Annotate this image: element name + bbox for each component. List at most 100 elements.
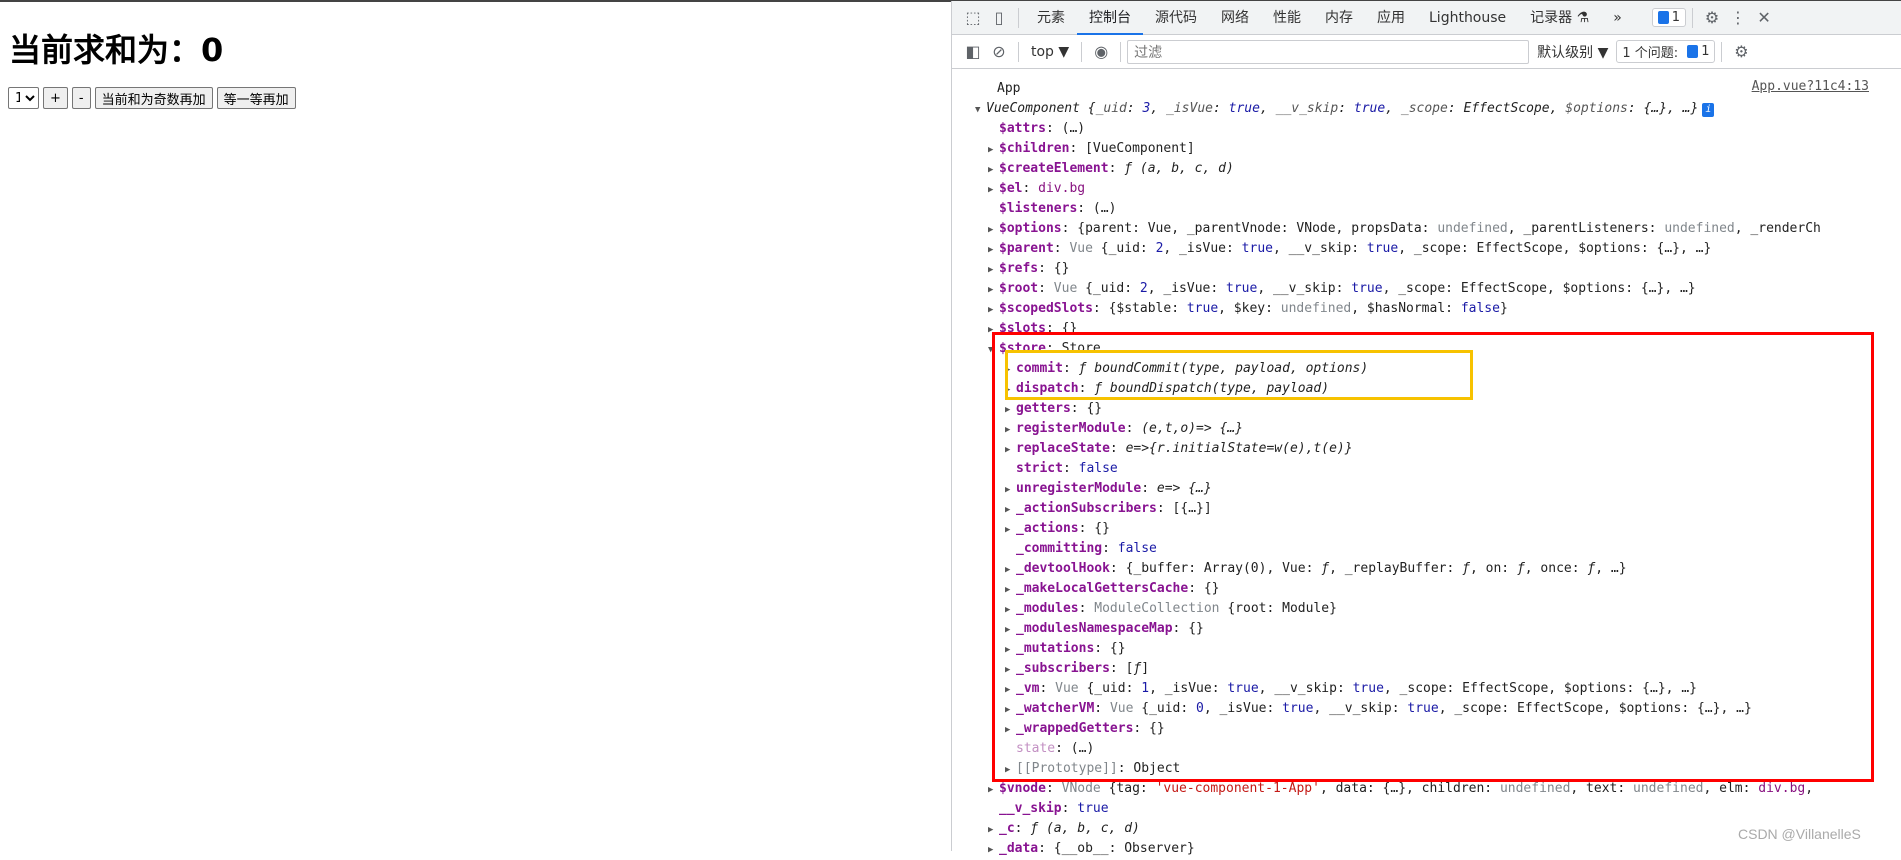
expanded-triangle-icon[interactable]: ▼ — [988, 340, 999, 360]
console-tree-node[interactable]: ▼ VueComponent {_uid: 3, _isVue: true, __… — [975, 99, 1715, 120]
tab-elements[interactable]: 元素 — [1025, 1, 1077, 35]
tab-sources[interactable]: 源代码 — [1143, 1, 1209, 35]
device-toggle-icon[interactable]: ▯ — [986, 5, 1012, 31]
collapsed-triangle-icon[interactable]: ▶ — [988, 280, 999, 300]
expanded-triangle-icon[interactable]: ▼ — [975, 100, 986, 120]
console-tree-node[interactable]: ▶ _data: {__ob__: Observer} — [988, 839, 1195, 859]
console-tree-node[interactable]: ▶ _makeLocalGettersCache: {} — [1005, 579, 1220, 599]
console-tree-node[interactable]: ▶ $root: Vue {_uid: 2, _isVue: true, __v_… — [988, 279, 1696, 299]
collapsed-triangle-icon[interactable]: ▶ — [1005, 380, 1016, 400]
collapsed-triangle-icon[interactable]: ▶ — [1005, 480, 1016, 500]
tab-performance[interactable]: 性能 — [1261, 1, 1313, 35]
console-tree-node[interactable]: ▶ $parent: Vue {_uid: 2, _isVue: true, __… — [988, 239, 1711, 259]
sidebar-toggle-icon[interactable]: ◧ — [960, 39, 986, 65]
tab-recorder[interactable]: 记录器 ⚗ — [1518, 1, 1601, 35]
collapsed-triangle-icon[interactable]: ▶ — [1005, 720, 1016, 740]
console-tree-node[interactable]: ▶ getters: {} — [1005, 399, 1102, 419]
console-tree-node[interactable]: ▶ _devtoolHook: {_buffer: Array(0), Vue: … — [1005, 559, 1627, 579]
console-tree-node[interactable]: ▶ commit: ƒ boundCommit(type, payload, op… — [1005, 359, 1368, 379]
gear-icon[interactable]: ⚙ — [1699, 5, 1725, 31]
clear-console-icon[interactable]: ⊘ — [986, 39, 1012, 65]
collapsed-triangle-icon[interactable]: ▶ — [988, 220, 999, 240]
add-if-odd-button[interactable]: 当前和为奇数再加 — [94, 87, 213, 109]
collapsed-triangle-icon[interactable]: ▶ — [988, 160, 999, 180]
console-tree-node[interactable]: ▼ $store: Store — [988, 339, 1101, 359]
console-tree-node[interactable]: ▶ _c: ƒ (a, b, c, d) — [988, 819, 1140, 839]
collapsed-triangle-icon[interactable]: ▶ — [988, 820, 999, 840]
collapsed-triangle-icon[interactable]: ▶ — [988, 320, 999, 340]
collapsed-triangle-icon[interactable]: ▶ — [1005, 660, 1016, 680]
console-tree-node[interactable]: ▶ $refs: {} — [988, 259, 1069, 279]
tab-memory[interactable]: 内存 — [1313, 1, 1365, 35]
collapsed-triangle-icon[interactable]: ▶ — [988, 180, 999, 200]
plus-button[interactable]: + — [43, 87, 68, 109]
collapsed-triangle-icon[interactable]: ▶ — [1005, 400, 1016, 420]
info-icon[interactable]: i — [1702, 103, 1715, 117]
increment-select[interactable]: 1 — [8, 87, 39, 109]
collapsed-triangle-icon[interactable]: ▶ — [988, 240, 999, 260]
collapsed-triangle-icon[interactable]: ▶ — [1005, 640, 1016, 660]
collapsed-triangle-icon[interactable]: ▶ — [1005, 520, 1016, 540]
console-tree-node[interactable]: ▶ _mutations: {} — [1005, 639, 1126, 659]
collapsed-triangle-icon[interactable]: ▶ — [988, 780, 999, 800]
filter-input[interactable] — [1127, 39, 1530, 64]
property-value: 2 — [1139, 281, 1148, 296]
source-link[interactable]: App.vue?11c4:13 — [1752, 79, 1869, 94]
console-tree-node[interactable]: ▶ _modulesNamespaceMap: {} — [1005, 619, 1204, 639]
console-tree-node[interactable]: ▶ $scopedSlots: {$stable: true, $key: und… — [988, 299, 1508, 319]
property-value: : {} — [1045, 321, 1078, 336]
tab-network[interactable]: 网络 — [1209, 1, 1261, 35]
console-tree-node[interactable]: ▶ _modules: ModuleCollection {root: Modul… — [1005, 599, 1337, 619]
console-tree-node[interactable]: ▶ $el: div.bg — [988, 179, 1085, 199]
collapsed-triangle-icon[interactable]: ▶ — [1005, 580, 1016, 600]
console-tree-node[interactable]: ▶ unregisterModule: e=> {…} — [1005, 479, 1212, 499]
console-tree-node[interactable]: ▶ dispatch: ƒ boundDispatch(type, payload… — [1005, 379, 1329, 399]
tab-application[interactable]: 应用 — [1365, 1, 1417, 35]
console-tree-node[interactable]: ▶ _actionSubscribers: [{…}] — [1005, 499, 1212, 519]
collapsed-triangle-icon[interactable]: ▶ — [1005, 500, 1016, 520]
minus-button[interactable]: - — [71, 87, 91, 109]
inspect-element-icon[interactable]: ⬚ — [960, 5, 986, 31]
add-later-button[interactable]: 等一等再加 — [216, 87, 296, 109]
console-tree-node[interactable]: ▶ $children: [VueComponent] — [988, 139, 1195, 159]
console-tree-node[interactable]: ▶ _watcherVM: Vue {_uid: 0, _isVue: true,… — [1005, 699, 1752, 719]
console-tree-node[interactable]: ▶ replaceState: e=>{r.initialState=w(e),t… — [1005, 439, 1353, 459]
collapsed-triangle-icon[interactable]: ▶ — [1005, 440, 1016, 460]
collapsed-triangle-icon[interactable]: ▶ — [988, 260, 999, 280]
collapsed-triangle-icon[interactable]: ▶ — [1005, 420, 1016, 440]
collapsed-triangle-icon[interactable]: ▶ — [988, 140, 999, 160]
collapsed-triangle-icon[interactable]: ▶ — [988, 300, 999, 320]
property-value: : — [1141, 481, 1157, 496]
issues-badge[interactable]: 1 — [1651, 8, 1687, 27]
collapsed-triangle-icon[interactable]: ▶ — [1005, 560, 1016, 580]
collapsed-triangle-icon[interactable]: ▶ — [1005, 760, 1016, 780]
console-tree-node[interactable]: ▶ $options: {parent: Vue, _parentVnode: V… — [988, 219, 1821, 239]
console-tree-node[interactable]: ▶ registerModule: (e,t,o)=> {…} — [1005, 419, 1243, 439]
kebab-menu-icon[interactable]: ⋮ — [1725, 5, 1751, 31]
console-tree-node[interactable]: ▶ $vnode: VNode {tag: 'vue-component-1-Ap… — [988, 779, 1813, 799]
console-settings-icon[interactable]: ⚙ — [1728, 39, 1754, 65]
collapsed-triangle-icon[interactable]: ▶ — [1005, 360, 1016, 380]
eye-icon[interactable]: ◉ — [1088, 39, 1114, 65]
collapsed-triangle-icon[interactable]: ▶ — [1005, 700, 1016, 720]
console-tree-node[interactable]: ▶ $slots: {} — [988, 319, 1077, 339]
log-level-select[interactable]: 默认级别 ▼ — [1529, 42, 1616, 62]
property-value: , __v_skip: — [1272, 241, 1367, 256]
collapsed-triangle-icon[interactable]: ▶ — [1005, 620, 1016, 640]
tab-lighthouse[interactable]: Lighthouse — [1417, 1, 1518, 35]
context-select[interactable]: top ▼ — [1025, 44, 1075, 60]
collapsed-triangle-icon[interactable]: ▶ — [988, 840, 999, 860]
collapsed-triangle-icon[interactable]: ▶ — [1005, 680, 1016, 700]
tab-console[interactable]: 控制台 — [1077, 1, 1143, 35]
console-tree-node[interactable]: ▶ $createElement: ƒ (a, b, c, d) — [988, 159, 1234, 179]
console-tree-node[interactable]: ▶ _subscribers: [ƒ] — [1005, 659, 1149, 679]
close-icon[interactable]: ✕ — [1751, 5, 1777, 31]
more-tabs-button[interactable]: » — [1601, 1, 1634, 35]
console-tree-node[interactable]: ▶ _wrappedGetters: {} — [1005, 719, 1165, 739]
console-tree-node[interactable]: ▶ _vm: Vue {_uid: 1, _isVue: true, __v_sk… — [1005, 679, 1697, 699]
divider — [1081, 41, 1083, 62]
console-tree-node[interactable]: ▶ [[Prototype]]: Object — [1005, 759, 1180, 779]
issues-button[interactable]: 1 个问题: 1 — [1616, 40, 1716, 63]
collapsed-triangle-icon[interactable]: ▶ — [1005, 600, 1016, 620]
console-tree-node[interactable]: ▶ _actions: {} — [1005, 519, 1110, 539]
